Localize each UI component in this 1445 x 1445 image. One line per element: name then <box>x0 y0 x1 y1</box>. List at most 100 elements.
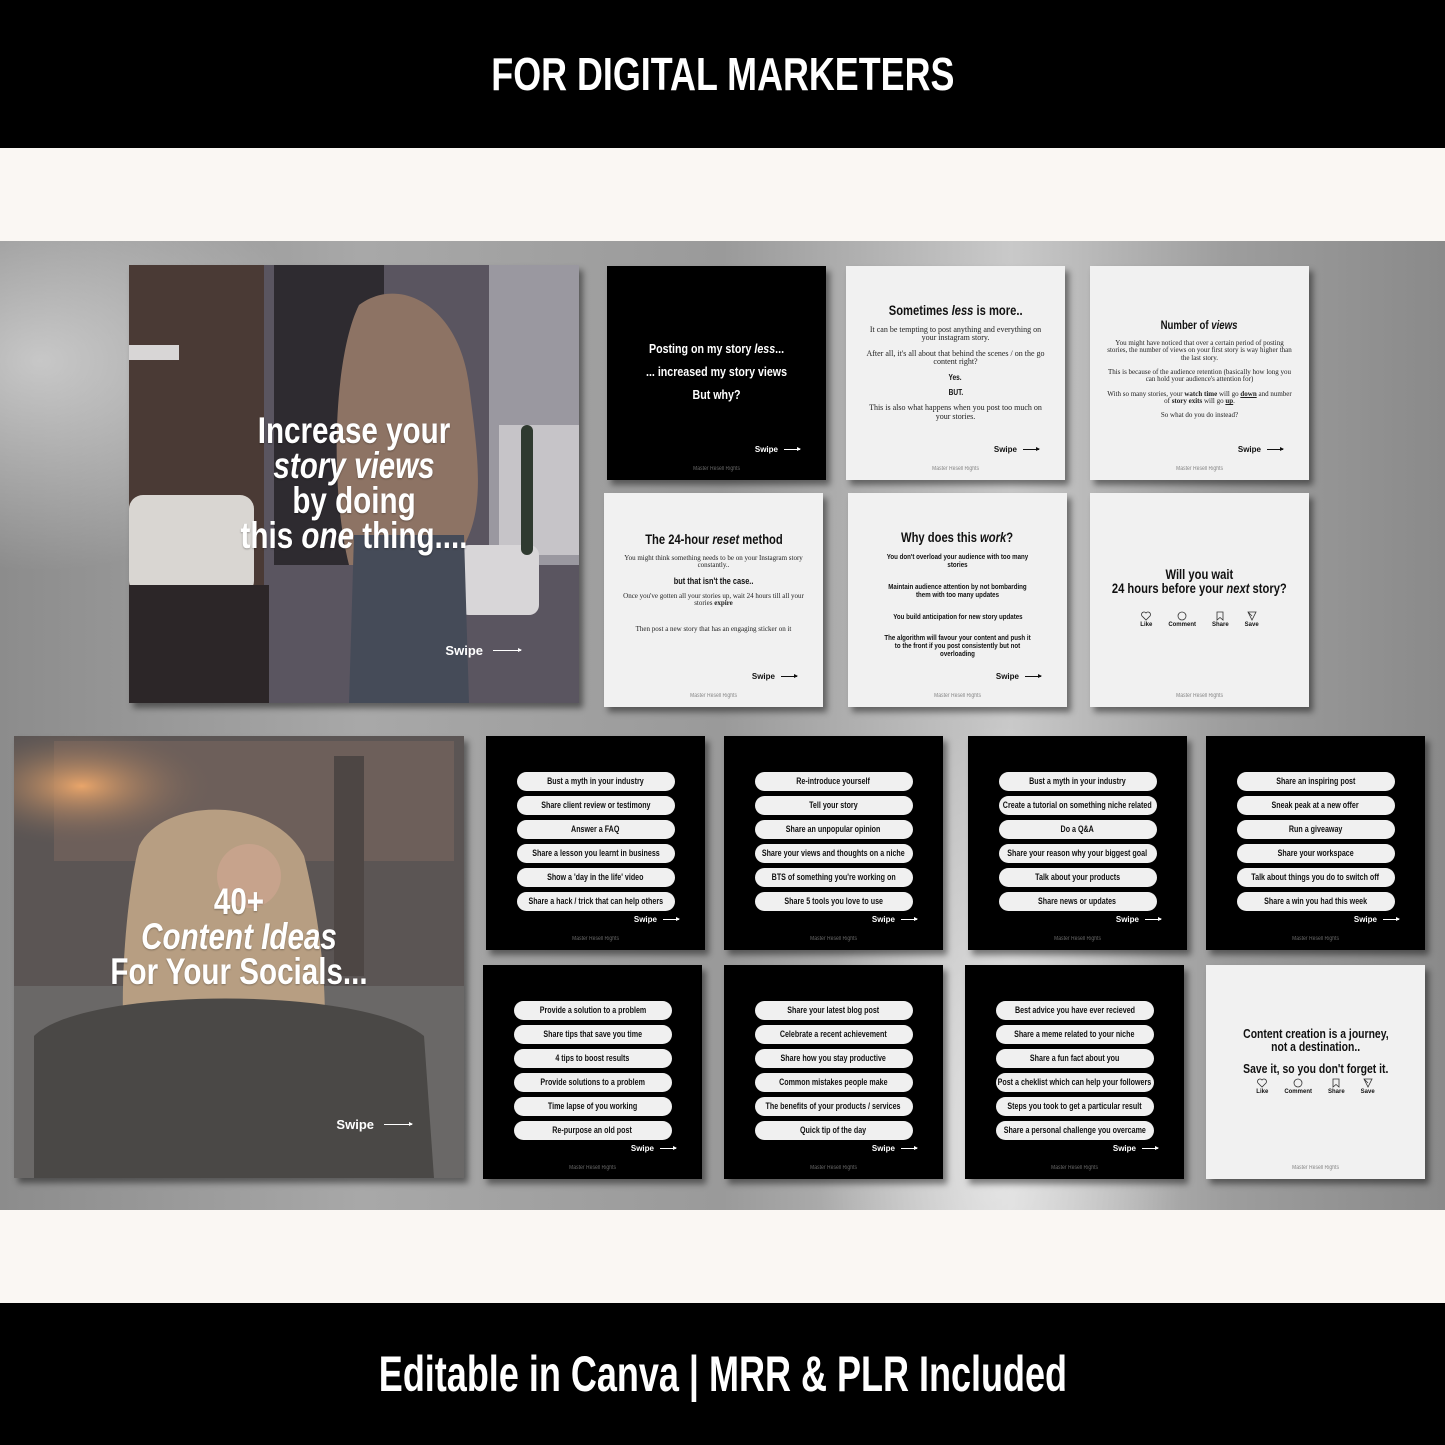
like-action[interactable]: Like <box>1256 1078 1268 1095</box>
paragraph: You might have noticed that over a certa… <box>1107 339 1292 362</box>
swipe-button[interactable]: Swipe <box>634 915 680 924</box>
bold: down <box>1240 389 1257 398</box>
idea-text: Share an unpopular opinion <box>786 824 881 835</box>
swipe-button[interactable]: Swipe <box>1238 445 1284 454</box>
text: . <box>1233 397 1235 406</box>
idea-text: Show a 'day in the life' video <box>547 872 644 883</box>
swipe-button[interactable]: Swipe <box>445 643 522 658</box>
idea-text: Sneak peak at a new offer <box>1271 800 1360 811</box>
swipe-button[interactable]: Swipe <box>872 915 918 924</box>
idea-text: Celebrate a recent achievement <box>780 1029 887 1040</box>
send-icon <box>1363 1078 1373 1088</box>
closing-title: not a destination.. <box>1270 1039 1360 1054</box>
idea-pill: Best advice you have ever recieved <box>995 1001 1154 1020</box>
swipe-label: Swipe <box>754 445 778 454</box>
footer-banner: Editable in Canva | MRR & PLR Included <box>0 1303 1445 1445</box>
swipe-label: Swipe <box>871 1144 895 1153</box>
paragraph: Yes. <box>948 372 963 382</box>
arrow-right-icon <box>1383 917 1400 921</box>
paragraph: You might think something needs to be on… <box>624 554 803 570</box>
carousel1-slide-3: Number of views You might have noticed t… <box>1090 266 1309 480</box>
save-action[interactable]: Save <box>1361 1078 1375 1095</box>
brand-label: Master Resell Rights <box>692 466 741 472</box>
idea-pill: Do a Q&A <box>998 820 1157 839</box>
idea-list: Bust a myth in your industry Share client… <box>486 772 705 911</box>
bold: up <box>1225 397 1234 406</box>
paragraph: but that isn't the case.. <box>673 575 754 586</box>
idea-text: Re-purpose an old post <box>552 1125 633 1136</box>
idea-text: Bust a myth in your industry <box>1029 776 1126 787</box>
idea-pill: Share an inspiring post <box>1236 772 1395 791</box>
brand-label: Master Resell Rights <box>809 936 858 942</box>
save-action[interactable]: Save <box>1245 611 1259 628</box>
idea-text: BTS of something you're working on <box>771 872 896 883</box>
idea-list: Share an inspiring post Sneak peak at a n… <box>1206 772 1425 911</box>
idea-card: Re-introduce yourself Tell your story Shar… <box>724 736 943 950</box>
idea-pill: Share a hack / trick that can help other… <box>516 892 675 911</box>
text: The 24-hour <box>644 531 712 547</box>
swipe-button[interactable]: Swipe <box>993 445 1040 454</box>
paragraph: After all, it's all about that behind th… <box>866 348 1045 367</box>
idea-text: Share an inspiring post <box>1275 776 1356 787</box>
paragraph: This is also what happens when you post … <box>869 403 1042 421</box>
text: Sometimes <box>888 302 952 318</box>
point: You build anticipation for new story upd… <box>892 611 1023 621</box>
idea-pill: Share a lesson you learnt in business <box>516 844 675 863</box>
swipe-button[interactable]: Swipe <box>996 672 1042 681</box>
idea-text: Share client review or testimony <box>540 800 651 811</box>
swipe-label: Swipe <box>993 445 1017 454</box>
swipe-button[interactable]: Swipe <box>631 1144 677 1153</box>
idea-text: Bust a myth in your industry <box>547 776 644 787</box>
emphasis: less <box>951 302 974 318</box>
arrow-right-icon <box>1142 1146 1159 1150</box>
swipe-button[interactable]: Swipe <box>751 672 798 681</box>
idea-card: Share an inspiring post Sneak peak at a n… <box>1206 736 1425 950</box>
idea-list: Re-introduce yourself Tell your story Shar… <box>724 772 943 911</box>
carousel1-slide-1: Posting on my story less... ... increase… <box>607 266 826 480</box>
action-label: Like <box>1256 1089 1269 1095</box>
arrow-right-icon <box>493 648 522 652</box>
emphasis: less <box>754 341 776 356</box>
idea-pill: Run a giveaway <box>1236 820 1395 839</box>
share-action[interactable]: Share <box>1212 611 1229 628</box>
action-label: Save <box>1244 622 1259 628</box>
idea-pill: Steps you took to get a particular resul… <box>995 1097 1154 1116</box>
swipe-button[interactable]: Swipe <box>1113 1144 1159 1153</box>
idea-text: Time lapse of you working <box>547 1101 638 1112</box>
point: You don't overload your audience with to… <box>886 552 1029 569</box>
idea-pill: Celebrate a recent achievement <box>754 1025 913 1044</box>
swipe-button[interactable]: Swipe <box>754 445 801 454</box>
emphasis: reset <box>711 531 739 547</box>
carousel1-slide-2: Sometimes less is more.. It can be tempt… <box>846 266 1065 480</box>
swipe-button[interactable]: Swipe <box>871 1144 918 1153</box>
idea-text: Share a win you had this week <box>1264 896 1367 907</box>
heart-icon <box>1141 611 1152 621</box>
idea-list: Provide a solution to a problem Share tip… <box>483 1001 702 1140</box>
comment-action[interactable]: Comment <box>1168 611 1196 628</box>
action-label: Share <box>1211 622 1229 628</box>
comment-action[interactable]: Comment <box>1284 1078 1312 1095</box>
idea-pill: Quick tip of the day <box>754 1121 913 1140</box>
swipe-label: Swipe <box>751 672 775 681</box>
brand-label: Master Resell Rights <box>1291 1165 1340 1171</box>
arrow-right-icon <box>1145 917 1162 921</box>
swipe-button[interactable]: Swipe <box>336 1117 413 1132</box>
idea-pill: Sneak peak at a new offer <box>1236 796 1395 815</box>
arrow-right-icon <box>663 917 680 921</box>
share-action[interactable]: Share <box>1328 1078 1345 1095</box>
cover-title-line: this one thing.... <box>174 517 534 554</box>
emphasis: work <box>980 529 1007 545</box>
idea-pill: Re-introduce yourself <box>754 772 913 791</box>
swipe-label: Swipe <box>336 1117 374 1132</box>
swipe-button[interactable]: Swipe <box>1354 915 1400 924</box>
idea-pill: Provide solutions to a problem <box>513 1073 672 1092</box>
header-banner: FOR DIGITAL MARKETERS <box>0 0 1445 148</box>
idea-pill: Share an unpopular opinion <box>754 820 913 839</box>
like-action[interactable]: Like <box>1140 611 1152 628</box>
swipe-button[interactable]: Swipe <box>1116 915 1162 924</box>
idea-text: Provide solutions to a problem <box>540 1077 645 1088</box>
paragraph: It can be tempting to post anything and … <box>869 325 1042 343</box>
carousel2-cover: 40+ Content Ideas For Your Socials... Sw… <box>14 736 464 1178</box>
idea-text: Share your views and thoughts on a niche <box>762 848 905 859</box>
idea-pill: Share a fun fact about you <box>995 1049 1154 1068</box>
